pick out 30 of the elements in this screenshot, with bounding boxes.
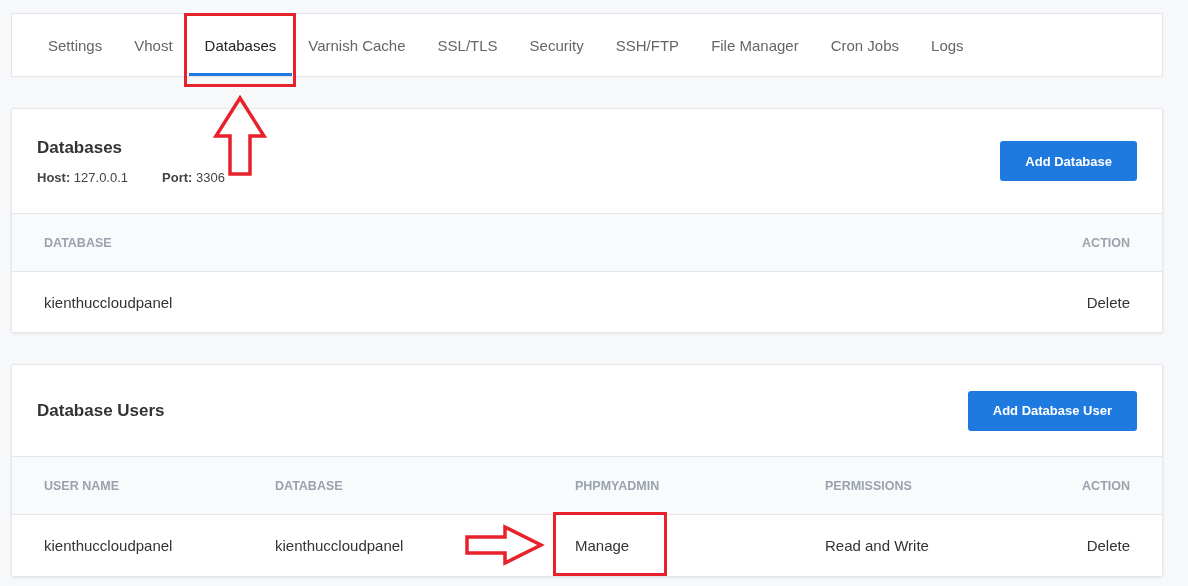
tab[interactable]: SSH/FTP: [599, 14, 696, 76]
column-header: DATABASE: [44, 235, 113, 250]
table-cell-text: Read and Write: [825, 537, 930, 554]
delete-link[interactable]: Delete: [1086, 537, 1130, 554]
column-header: PERMISSIONS: [825, 478, 913, 493]
column-header: DATABASE: [275, 478, 344, 493]
table-cell-text: Manage: [575, 537, 631, 554]
tab[interactable]: Varnish Cache: [292, 14, 422, 76]
add-user-button[interactable]: Add Database User: [967, 390, 1137, 431]
tab[interactable]: Databases: [188, 14, 293, 76]
add-database-button[interactable]: Add Database: [1000, 141, 1137, 181]
info-text: Host: 127.0.0.1: [37, 169, 129, 185]
info-text: Port: 3306: [162, 169, 225, 185]
table-cell-text: kienthuccloudpanel: [44, 293, 174, 311]
card-title: Databases: [37, 137, 124, 158]
tab[interactable]: Settings: [32, 14, 119, 76]
tab[interactable]: Cron Jobs: [814, 14, 916, 76]
tab[interactable]: File Manager: [695, 14, 815, 76]
column-header: PHPMYADMIN: [575, 478, 661, 493]
tab[interactable]: Vhost: [118, 14, 189, 76]
tab[interactable]: SSL/TLS: [421, 14, 514, 76]
column-header: ACTION: [1082, 235, 1130, 250]
delete-link[interactable]: Delete: [1086, 293, 1130, 311]
table-cell-text: kienthuccloudpanel: [44, 537, 174, 554]
tab[interactable]: Security: [513, 14, 600, 76]
column-header: USER NAME: [44, 478, 120, 493]
tab[interactable]: Logs: [915, 14, 980, 76]
column-header: ACTION: [1082, 478, 1130, 493]
table-cell-text: kienthuccloudpanel: [275, 537, 405, 554]
card-title: Database Users: [37, 400, 165, 421]
